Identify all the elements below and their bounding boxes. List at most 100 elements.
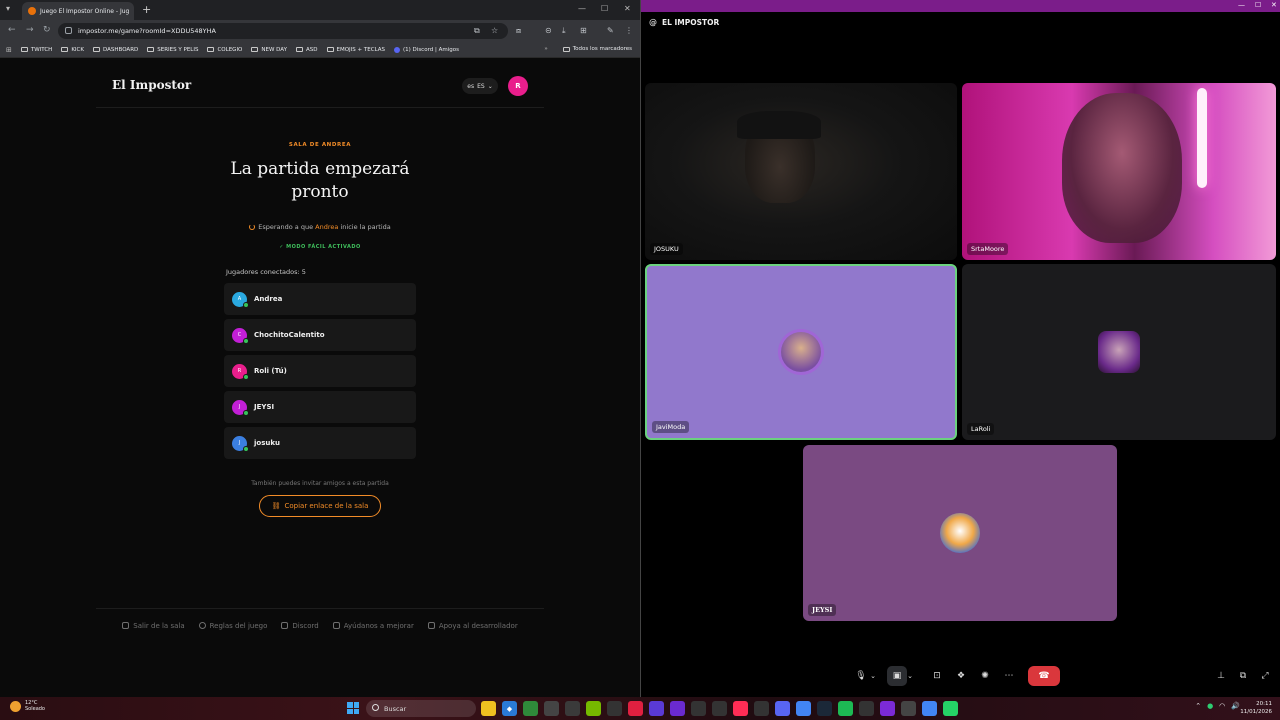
forward-icon[interactable]: →	[26, 25, 34, 35]
bookmark-label: KICK	[71, 46, 84, 53]
site-logo[interactable]: El Impostor	[112, 78, 191, 92]
app-icon[interactable]	[649, 701, 664, 716]
tab-close-icon[interactable]: ×	[133, 7, 134, 16]
browser-menu-icon[interactable]: ⋮	[625, 26, 633, 35]
footer-rules[interactable]: Reglas del juego	[198, 622, 267, 630]
participant-name: SrtaMoore	[967, 243, 1009, 255]
bookmark-discord[interactable]: (1) Discord | Amigos	[394, 46, 459, 53]
close-window-icon[interactable]: ✕	[624, 4, 631, 13]
pin-icon[interactable]: ⊥	[1211, 666, 1231, 686]
bookmark-star-icon[interactable]: ☆	[491, 26, 498, 35]
reload-icon[interactable]: ↻	[43, 25, 51, 35]
popout-icon[interactable]: ⧉	[1233, 666, 1253, 686]
more-bookmarks-icon[interactable]: »	[544, 46, 547, 52]
file-explorer-icon[interactable]	[481, 701, 496, 716]
tab-active[interactable]: Juego El Impostor Online - Jug ×	[22, 2, 134, 20]
minimize-icon[interactable]: —	[578, 4, 586, 13]
video-tile-laroli[interactable]: LaRoli	[962, 264, 1276, 440]
video-tile-jeysi[interactable]: JEYSI	[803, 445, 1117, 621]
start-button[interactable]	[347, 702, 359, 714]
store-icon[interactable]: ◆	[502, 701, 517, 716]
discord-titlebar: — ☐ ✕	[641, 0, 1280, 12]
vpn-icon[interactable]: ⊝	[545, 26, 552, 35]
chrome-icon[interactable]	[796, 701, 811, 716]
spotify-icon[interactable]	[838, 701, 853, 716]
copy-link-button[interactable]: ⛓ Copiar enlace de la sala	[259, 495, 381, 517]
app-icon[interactable]	[859, 701, 874, 716]
bookmark-kick[interactable]: KICK	[61, 47, 84, 53]
bookmark-series[interactable]: SERIES Y PELIS	[147, 47, 198, 53]
app-icon[interactable]	[901, 701, 916, 716]
new-tab-icon[interactable]: +	[142, 3, 151, 16]
back-icon[interactable]: ←	[8, 25, 16, 35]
whatsapp-icon[interactable]	[943, 701, 958, 716]
maximize-icon[interactable]: ☐	[601, 4, 608, 13]
chevron-down-icon[interactable]: ⌄	[904, 666, 916, 686]
tiktok-icon[interactable]	[733, 701, 748, 716]
translate-icon[interactable]: ⊞	[580, 26, 587, 35]
app-icon[interactable]	[607, 701, 622, 716]
apps-icon[interactable]: ⊞	[6, 46, 12, 54]
more-options-icon[interactable]: ⋯	[999, 666, 1019, 686]
app-icon[interactable]	[754, 701, 769, 716]
language-flag: es	[467, 82, 475, 90]
bookmark-label: SERIES Y PELIS	[157, 46, 199, 53]
maximize-icon[interactable]: ☐	[1255, 1, 1261, 9]
all-bookmarks[interactable]: » Todos los marcadores	[544, 46, 632, 52]
video-tile-javimoda[interactable]: JaviModa	[645, 264, 957, 440]
opera-icon[interactable]	[628, 701, 643, 716]
tab-title: Juego El Impostor Online - Jug	[40, 7, 130, 15]
disconnect-button[interactable]: ☎	[1028, 666, 1060, 686]
bookmark-emojis[interactable]: EMOJIS + TECLAS	[326, 47, 385, 53]
bookmark-asd[interactable]: ASD	[296, 47, 318, 53]
bookmark-twitch[interactable]: TWITCH	[20, 47, 52, 53]
tab-bar: ▾ Juego El Impostor Online - Jug × + — ☐…	[0, 0, 640, 20]
wifi-icon[interactable]: ◠	[1219, 702, 1225, 710]
close-window-icon[interactable]: ✕	[1271, 1, 1277, 9]
chevron-down-icon[interactable]: ⌄	[867, 666, 879, 686]
nvidia-icon[interactable]	[586, 701, 601, 716]
fullscreen-icon[interactable]: ⤢	[1255, 666, 1275, 686]
chrome-icon[interactable]	[922, 701, 937, 716]
bookmark-colegio[interactable]: COLEGIO	[207, 47, 242, 53]
minimize-icon[interactable]: —	[1238, 1, 1245, 9]
footer-support[interactable]: Apoya al desarrollador	[427, 622, 518, 630]
taskbar-search[interactable]: Buscar	[366, 700, 476, 717]
extensions-icon[interactable]: ⧈	[516, 26, 521, 36]
screen-share-icon[interactable]: ⊡	[927, 666, 947, 686]
bookmark-dashboard[interactable]: DASHBOARD	[93, 47, 138, 53]
chevron-up-icon[interactable]: ⌃	[1195, 702, 1201, 710]
bookmark-label: ASD	[306, 46, 318, 53]
footer-leave-room[interactable]: Salir de la sala	[122, 622, 185, 630]
app-icon[interactable]	[544, 701, 559, 716]
steam-icon[interactable]	[817, 701, 832, 716]
app-icon[interactable]	[523, 701, 538, 716]
footer-discord[interactable]: Discord	[281, 622, 319, 630]
video-tile-srtamoore[interactable]: SrtaMoore	[962, 83, 1276, 260]
discord-icon[interactable]	[775, 701, 790, 716]
install-icon[interactable]: ⧉	[474, 26, 480, 36]
weather-widget[interactable]: 12°C Soleado	[10, 700, 45, 712]
soundboard-icon[interactable]: ✺	[975, 666, 995, 686]
tab-search-icon[interactable]: ▾	[6, 4, 10, 13]
app-icon[interactable]	[565, 701, 580, 716]
app-icon[interactable]	[880, 701, 895, 716]
activities-icon[interactable]: ❖	[951, 666, 971, 686]
voice-channel-icon: @	[649, 18, 657, 27]
bookmark-newday[interactable]: NEW DAY	[251, 47, 287, 53]
downloads-icon[interactable]: ⤓	[562, 26, 566, 36]
address-bar[interactable]: impostor.me/game?roomId=XDDU548YHA	[58, 23, 508, 39]
footer-feedback[interactable]: Ayúdanos a mejorar	[332, 622, 414, 630]
app-icon[interactable]	[691, 701, 706, 716]
folder-icon	[20, 47, 28, 52]
site-info-icon[interactable]	[65, 27, 72, 34]
user-avatar[interactable]: R	[508, 76, 528, 96]
app-icon[interactable]	[712, 701, 727, 716]
volume-icon[interactable]: 🔊	[1231, 702, 1240, 710]
language-selector[interactable]: es ES ⌄	[462, 78, 498, 94]
tray-app-icon[interactable]: ●	[1207, 702, 1213, 710]
clock[interactable]: 20:11 11/01/2026	[1240, 700, 1272, 716]
profile-icon[interactable]: ✎	[607, 26, 614, 35]
video-tile-josuku[interactable]: JOSUKU	[645, 83, 957, 260]
app-icon[interactable]	[670, 701, 685, 716]
